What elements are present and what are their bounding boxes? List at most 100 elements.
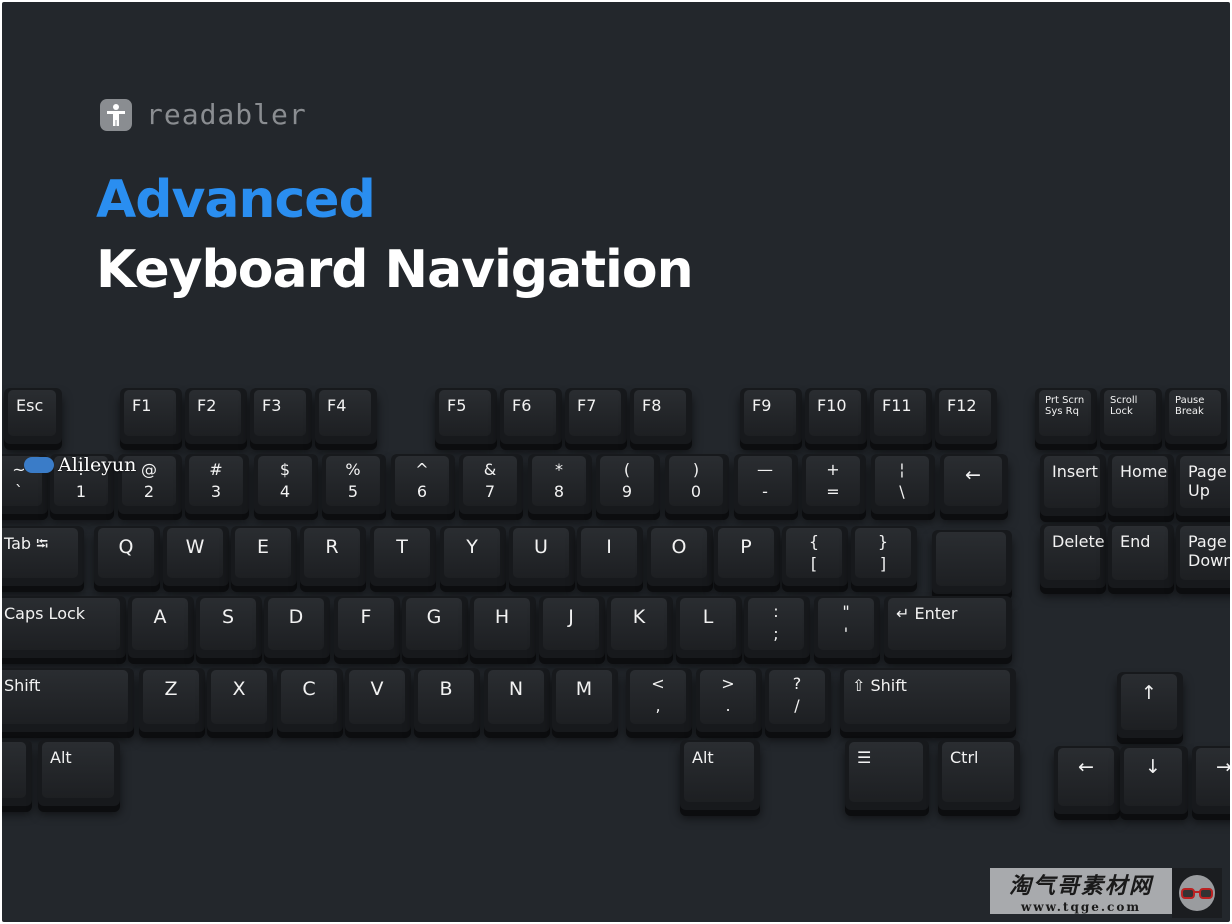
key-cap: B	[418, 670, 474, 724]
key-cap: Tab ⭾	[2, 528, 78, 578]
key: F	[334, 596, 400, 658]
key-label: # 3	[209, 460, 223, 501]
key-label: F2	[197, 396, 217, 415]
key: J	[539, 596, 605, 658]
key: A	[128, 596, 194, 658]
key-label: F3	[262, 396, 282, 415]
key-cap: S	[200, 598, 256, 650]
key-cap: * 8	[532, 456, 586, 506]
cloud-icon	[24, 457, 54, 473]
key-label: ( 9	[621, 460, 633, 501]
key: C	[277, 668, 343, 732]
key-label: N	[508, 678, 524, 700]
key: Alt	[680, 740, 760, 810]
key-label: F9	[752, 396, 772, 415]
key-cap: P	[718, 528, 774, 578]
key-label: W	[185, 536, 205, 558]
key-cap: Esc	[8, 390, 56, 436]
key-label: Shift	[4, 676, 41, 695]
key: $ 4	[254, 454, 318, 514]
key: Ctrl	[938, 740, 1020, 810]
key-cap: Page Down	[1180, 526, 1230, 580]
key-cap: I	[581, 528, 637, 578]
key-cap: F12	[939, 390, 991, 436]
key: N	[484, 668, 550, 732]
key-cap: D	[268, 598, 324, 650]
key: Esc	[4, 388, 62, 444]
key-cap: + =	[806, 456, 860, 506]
key-label: Alt	[692, 748, 714, 767]
key: ¦ \	[871, 454, 935, 514]
key-cap: F10	[809, 390, 861, 436]
key-label: Esc	[16, 396, 44, 415]
key: U	[509, 526, 575, 586]
key-cap: F11	[874, 390, 926, 436]
key-label: * 8	[553, 460, 565, 501]
key-cap: Ctrl	[942, 742, 1014, 802]
key-cap: Prt Scrn Sys Rq	[1039, 390, 1091, 436]
key: L	[676, 596, 742, 658]
key-cap: " '	[818, 598, 874, 650]
key-label: C	[302, 678, 316, 700]
key-cap: ^ 6	[395, 456, 449, 506]
key-label: F5	[447, 396, 467, 415]
key: ) 0	[665, 454, 729, 514]
key: K	[607, 596, 673, 658]
key-label: Home	[1120, 462, 1168, 481]
key-label: " '	[842, 602, 850, 643]
key-cap: } ]	[855, 528, 911, 578]
key-label: S	[221, 606, 235, 628]
key: ? /	[765, 668, 831, 732]
key-cap: K	[611, 598, 667, 650]
key: ←	[940, 454, 1008, 514]
key: Scroll Lock	[1100, 388, 1162, 444]
key-label: M	[575, 678, 593, 700]
key: Caps Lock	[2, 596, 126, 658]
key-cap: — -	[738, 456, 792, 506]
key: : ;	[744, 596, 810, 658]
key: S	[196, 596, 262, 658]
key-label: Prt Scrn Sys Rq	[1045, 395, 1085, 417]
key: { [	[782, 526, 848, 586]
key-cap: Insert	[1044, 456, 1100, 508]
key-label: K	[632, 606, 646, 628]
key: Shift	[2, 668, 134, 732]
key-cap: N	[488, 670, 544, 724]
key-label: ☰	[857, 748, 872, 767]
key: ↑	[1117, 672, 1183, 738]
key-cap: ←	[944, 456, 1002, 506]
key: Z	[139, 668, 205, 732]
key-label: P	[740, 536, 752, 558]
key-label: X	[232, 678, 246, 700]
key-label: { [	[808, 532, 820, 573]
key-label: Tab ⭾	[4, 534, 49, 553]
brand-name: readabler	[146, 98, 307, 131]
key-cap: →	[1196, 748, 1230, 806]
key: P	[714, 526, 780, 586]
key: F4	[315, 388, 377, 444]
key-cap: ↑	[1121, 674, 1177, 730]
key: Prt Scrn Sys Rq	[1035, 388, 1097, 444]
brand-logo: readabler	[100, 98, 307, 131]
key-cap: T	[374, 528, 430, 578]
banner: readabler Advanced Keyboard Navigation E…	[2, 2, 1230, 922]
key: X	[207, 668, 273, 732]
key-label: Insert	[1052, 462, 1098, 481]
key: > .	[696, 668, 762, 732]
key: ☰	[845, 740, 929, 810]
key: T	[370, 526, 436, 586]
key-cap: & 7	[463, 456, 517, 506]
key-cap: Z	[143, 670, 199, 724]
key-label: Q	[118, 536, 134, 558]
key: ←	[1054, 746, 1120, 814]
headline-accent: Advanced	[96, 170, 376, 230]
key: D	[264, 596, 330, 658]
key-label: Delete	[1052, 532, 1105, 551]
key: F11	[870, 388, 932, 444]
key: Pause Break	[1165, 388, 1227, 444]
key-cap: Alt	[684, 742, 754, 802]
key: " '	[814, 596, 880, 658]
key-label: ↓	[1145, 756, 1161, 778]
key-label: $ 4	[279, 460, 291, 501]
key-cap: Page Up	[1180, 456, 1230, 508]
